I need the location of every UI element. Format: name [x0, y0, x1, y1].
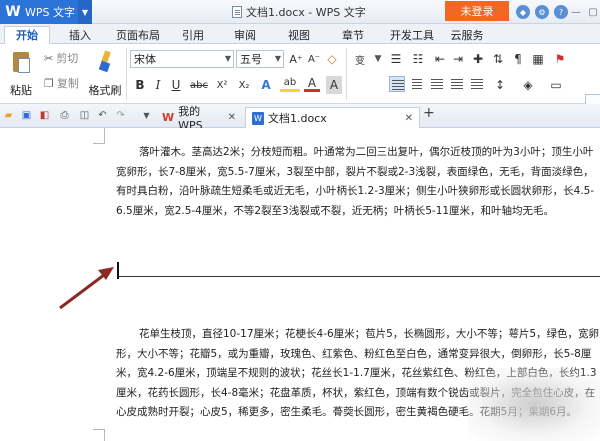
open-folder-icon[interactable]: ▰ [2, 109, 15, 122]
divider [126, 48, 127, 100]
skin-icon[interactable]: ◆ [516, 5, 530, 19]
close-icon[interactable]: ✕ [405, 113, 413, 124]
borders-icon[interactable]: ▦ [530, 50, 546, 68]
print-icon[interactable]: ⎙ [58, 109, 71, 122]
document-tab-bar: ▰ ▣ ◧ ⎙ ◫ ↶ ↷ ▼ W 我的WPS ✕ W 文档1.docx ✕ [0, 104, 600, 132]
numbered-list-icon[interactable]: ☷ [410, 50, 426, 68]
paragraph-settings-icon[interactable]: ⚑ [552, 50, 568, 68]
divider [346, 48, 347, 100]
tab-document[interactable]: W 文档1.docx ✕ [245, 107, 420, 128]
line-spacing-icon[interactable]: ↕ [492, 76, 508, 94]
increase-indent-icon[interactable]: ⇥ [450, 50, 466, 68]
bullet-list-icon[interactable]: ☰ [388, 50, 404, 68]
tab-home[interactable]: 开始 [4, 26, 50, 44]
copy-button[interactable]: ❐ 复制 [44, 75, 79, 91]
cut-label: 剪切 [56, 52, 79, 65]
word-doc-icon: W [252, 111, 264, 125]
distributed-button[interactable] [469, 76, 485, 92]
format-painter-icon [95, 50, 115, 74]
paste-button[interactable]: 粘贴 [6, 50, 36, 98]
ribbon-tabs: 开始 插入 页面布局 引用 审阅 视图 章节 开发工具 云服务 [0, 24, 600, 44]
bold-button[interactable]: B [132, 76, 148, 94]
scissors-icon: ✂ [44, 51, 54, 65]
print-preview-icon[interactable]: ◫ [78, 109, 91, 122]
paste-icon [10, 50, 32, 74]
underline-button[interactable]: U [168, 76, 184, 94]
new-tab-icon[interactable]: + [423, 105, 435, 121]
font-size-value: 五号 [240, 53, 262, 66]
tab-developer[interactable]: 开发工具 [384, 26, 440, 44]
tab-my-wps[interactable]: W 我的WPS ✕ [156, 105, 242, 132]
clear-format-button[interactable]: ◇ [324, 50, 340, 68]
app-menu-button[interactable]: W WPS 文字 ▼ [0, 0, 92, 24]
subscript-button[interactable]: X₂ [234, 76, 254, 94]
sort-icon[interactable]: ⇅ [490, 50, 506, 68]
font-name-select[interactable]: 宋体 ▼ [130, 50, 234, 68]
font-size-select[interactable]: 五号 ▼ [236, 50, 284, 68]
align-left-button[interactable] [389, 76, 405, 92]
shading-icon[interactable]: ◈ [520, 76, 536, 94]
export-pdf-icon[interactable]: ◧ [38, 109, 51, 122]
highlight-button[interactable]: ab [280, 76, 300, 92]
tab-references[interactable]: 引用 [176, 26, 210, 44]
app-name: WPS 文字 [25, 6, 75, 19]
char-shading-button[interactable]: A [326, 76, 342, 94]
minimize-icon[interactable]: — [569, 5, 583, 19]
window-title: 文档1.docx - WPS 文字 [232, 0, 366, 24]
tab-page-layout[interactable]: 页面布局 [110, 26, 166, 44]
border-icon[interactable]: ▭ [548, 76, 564, 94]
cut-button[interactable]: ✂ 剪切 [44, 50, 78, 66]
text-effect-button[interactable]: A [258, 76, 274, 94]
chevron-down-icon: ▼ [224, 54, 231, 63]
chinese-layout-icon[interactable]: ✚ [470, 50, 486, 68]
undo-icon[interactable]: ↶ [96, 109, 109, 122]
paste-label: 粘贴 [10, 84, 32, 97]
format-painter-label: 格式刷 [88, 84, 122, 97]
restore-icon[interactable]: ▢ [586, 5, 600, 19]
login-button[interactable]: 未登录 [445, 1, 509, 21]
close-icon[interactable]: ✕ [228, 112, 236, 123]
redo-icon[interactable]: ↷ [114, 109, 127, 122]
ribbon-home: 粘贴 ✂ 剪切 ❐ 复制 格式刷 宋体 ▼ 五号 ▼ A⁺ A⁻ ◇ B I U… [0, 44, 600, 140]
chevron-down-icon[interactable]: ▼ [78, 0, 92, 24]
chevron-down-icon[interactable]: ▼ [370, 50, 386, 68]
wps-logo-icon: W [5, 4, 21, 20]
document-icon [232, 6, 242, 18]
grow-font-button[interactable]: A⁺ [288, 50, 304, 68]
align-center-button[interactable] [409, 76, 425, 92]
save-icon[interactable]: ▣ [20, 109, 33, 122]
strikethrough-button[interactable]: abc [188, 76, 210, 94]
tab-sections[interactable]: 章节 [336, 26, 370, 44]
customize-toolbar-icon[interactable]: ▼ [140, 109, 153, 122]
tab-review[interactable]: 审阅 [228, 26, 262, 44]
align-right-button[interactable] [429, 76, 445, 92]
tab-view[interactable]: 视图 [282, 26, 316, 44]
italic-button[interactable]: I [150, 76, 166, 94]
chevron-down-icon: ▼ [274, 54, 281, 63]
tab-cloud-service[interactable]: 云服务 [444, 26, 490, 44]
superscript-button[interactable]: X² [212, 76, 232, 94]
justify-button[interactable] [449, 76, 465, 92]
window-title-text: 文档1.docx - WPS 文字 [246, 6, 366, 19]
copy-icon: ❐ [44, 76, 54, 90]
watermark-blur [468, 368, 600, 441]
font-name-value: 宋体 [134, 53, 156, 66]
tab-insert[interactable]: 插入 [62, 26, 98, 44]
decrease-indent-icon[interactable]: ⇤ [432, 50, 448, 68]
font-color-button[interactable]: A [304, 76, 320, 92]
title-bar: W WPS 文字 ▼ 文档1.docx - WPS 文字 未登录 ◆ ⚙ ? —… [0, 0, 600, 24]
format-painter-button[interactable]: 格式刷 [88, 50, 122, 98]
tab-document-label: 文档1.docx [268, 112, 327, 125]
wen-format-button[interactable]: 变 [352, 50, 368, 68]
shrink-font-button[interactable]: A⁻ [306, 50, 322, 68]
settings-icon[interactable]: ⚙ [535, 5, 549, 19]
help-icon[interactable]: ? [554, 5, 568, 19]
wps-brand-icon: W [162, 111, 175, 124]
copy-label: 复制 [56, 77, 79, 90]
show-marks-icon[interactable]: ¶ [510, 50, 526, 68]
document-canvas[interactable]: 落叶灌木。茎高达2米；分枝短而粗。叶通常为二回三出复叶，偶尔近枝顶的叶为3小叶；… [0, 128, 600, 441]
